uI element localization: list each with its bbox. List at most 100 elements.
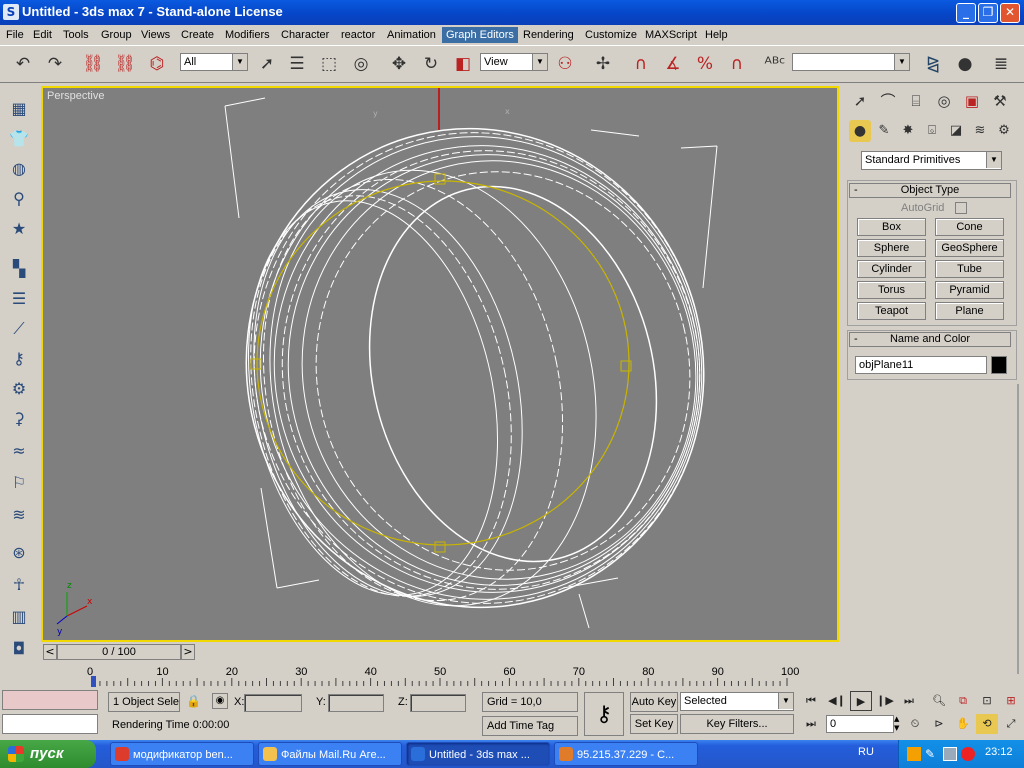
maxscript-listener-white[interactable] <box>2 714 98 734</box>
taskbar-button[interactable]: 95.215.37.229 - C... <box>554 742 698 766</box>
name-color-header[interactable]: - Name and Color <box>849 332 1011 347</box>
box-button[interactable]: Box <box>857 218 926 236</box>
zoom-icon[interactable]: 🔍︎ <box>928 691 950 711</box>
rectangular-selection-icon[interactable]: ⬚ <box>316 51 342 77</box>
wand-icon[interactable]: ⟋ <box>6 316 32 342</box>
pyramid-button[interactable]: Pyramid <box>935 281 1004 299</box>
track-bar[interactable]: 0 10 20 30 40 50 60 70 80 90 100 <box>41 662 839 688</box>
z-coordinate-input[interactable] <box>410 694 466 712</box>
mirror-icon[interactable]: ⧎ <box>920 51 946 77</box>
key-icon[interactable]: ⚷ <box>6 346 32 372</box>
pivot-center-icon[interactable]: ⚇ <box>552 51 578 77</box>
object-type-header[interactable]: - Object Type <box>849 183 1011 198</box>
category-dropdown[interactable]: Standard Primitives ▼ <box>861 151 1002 170</box>
zoom-all-icon[interactable]: ⧉ <box>952 691 974 711</box>
menu-create[interactable]: Create <box>181 27 214 43</box>
language-indicator[interactable]: RU <box>858 746 874 758</box>
autogrid-checkbox[interactable] <box>955 202 967 214</box>
time-configuration-icon[interactable]: ⏲ <box>904 714 926 734</box>
field-of-view-icon[interactable]: ⊳ <box>928 714 950 734</box>
edit-named-selections-icon[interactable]: ᴬᴮᶜ <box>762 51 788 77</box>
current-frame-input[interactable]: 0 <box>826 715 894 733</box>
bind-space-warp-icon[interactable]: ⌬ <box>144 51 170 77</box>
network-icon[interactable] <box>943 747 957 761</box>
redo-icon[interactable]: ↷ <box>42 51 68 77</box>
menu-animation[interactable]: Animation <box>387 27 436 43</box>
helpers-icon[interactable]: ◪ <box>945 120 967 142</box>
modify-tab-icon[interactable]: ⌒ <box>875 88 901 114</box>
menu-views[interactable]: Views <box>141 27 170 43</box>
fish-icon[interactable]: ≈ <box>6 438 32 464</box>
add-time-tag[interactable]: Add Time Tag <box>482 716 578 736</box>
play-icon[interactable]: ▶ <box>850 691 872 711</box>
cloth-icon[interactable]: ⚐ <box>6 470 32 496</box>
reactor-icon[interactable]: ⊛ <box>6 540 32 566</box>
lights-icon[interactable]: ✸ <box>897 120 919 142</box>
maximize-viewport-icon[interactable]: ⤢ <box>1000 714 1022 734</box>
y-coordinate-input[interactable] <box>328 694 384 712</box>
hierarchy-tab-icon[interactable]: ⌸ <box>903 88 929 114</box>
perspective-viewport[interactable]: Perspective y x x z y <box>41 86 839 642</box>
book-icon[interactable]: ▥ <box>6 604 32 630</box>
angle-snap-icon[interactable]: ∡ <box>660 51 686 77</box>
display-tab-icon[interactable]: ▣ <box>959 88 985 114</box>
auto-key-button[interactable]: Auto Key <box>630 692 678 712</box>
command-panel-scrollbar[interactable] <box>1017 384 1019 674</box>
tube-button[interactable]: Tube <box>935 260 1004 278</box>
move-icon[interactable]: ✥ <box>386 51 412 77</box>
time-slider-thumb[interactable]: 0 / 100 <box>57 644 181 660</box>
select-manipulate-icon[interactable]: ✢ <box>590 51 616 77</box>
boxes-icon[interactable]: ▦ <box>6 96 32 122</box>
menu-character[interactable]: Character <box>281 27 329 43</box>
utilities-tab-icon[interactable]: ⚒ <box>987 88 1013 114</box>
selection-filter-dropdown[interactable]: All ▼ <box>180 53 248 71</box>
select-link-icon[interactable]: ⛓ <box>80 51 106 77</box>
menu-reactor[interactable]: reactor <box>341 27 375 43</box>
named-selection-dropdown[interactable]: ▼ <box>792 53 910 71</box>
menu-graph-editors[interactable]: Graph Editors <box>442 27 518 43</box>
set-key-icon[interactable]: ⚷ <box>584 692 624 736</box>
spacewarps-icon[interactable]: ≋ <box>969 120 991 142</box>
create-tab-icon[interactable]: ➚ <box>847 88 873 114</box>
gear-icon[interactable]: ⚙ <box>6 376 32 402</box>
select-object-icon[interactable]: ➚ <box>254 51 280 77</box>
object-name-input[interactable]: objPlane11 <box>855 356 987 374</box>
maxscript-listener-pink[interactable] <box>2 690 98 710</box>
stack-icon[interactable]: ☰ <box>6 286 32 312</box>
maximize-button[interactable]: ❐ <box>978 3 998 23</box>
go-to-start-icon[interactable]: ⏮ <box>800 691 822 711</box>
cone-button[interactable]: Cone <box>935 218 1004 236</box>
key-mode-dropdown[interactable]: Selected ▼ <box>680 692 794 711</box>
star-icon[interactable]: ★ <box>6 216 32 242</box>
menu-edit[interactable]: Edit <box>33 27 52 43</box>
sphere-button[interactable]: Sphere <box>857 239 926 257</box>
current-frame-marker[interactable] <box>91 676 96 687</box>
track-bar-ruler[interactable]: 0 10 20 30 40 50 60 70 80 90 100 <box>41 662 839 688</box>
taskbar-button[interactable]: Untitled - 3ds max ... <box>406 742 550 766</box>
time-slider[interactable]: < 0 / 100 > <box>41 643 839 661</box>
pan-icon[interactable]: ✋ <box>952 714 974 734</box>
cameras-icon[interactable]: ⌺ <box>921 120 943 142</box>
media-player-icon[interactable] <box>907 747 921 761</box>
lock-selection-icon[interactable]: 🔒 <box>186 694 201 708</box>
rotate-icon[interactable]: ↻ <box>418 51 444 77</box>
start-button[interactable]: пуск <box>0 740 96 768</box>
menu-modifiers[interactable]: Modifiers <box>225 27 270 43</box>
scale-icon[interactable]: ◧ <box>450 51 476 77</box>
key-filters-button[interactable]: Key Filters... <box>680 714 794 734</box>
undo-icon[interactable]: ↶ <box>10 51 36 77</box>
set-key-button[interactable]: Set Key <box>630 714 678 734</box>
menu-file[interactable]: File <box>6 27 24 43</box>
absolute-mode-icon[interactable]: ◉ <box>212 693 228 709</box>
cylinder-button[interactable]: Cylinder <box>857 260 926 278</box>
pin-icon[interactable]: ⚳ <box>6 406 32 432</box>
shapes-icon[interactable]: ✎ <box>873 120 895 142</box>
previous-frame-icon[interactable]: ◀❙ <box>826 691 848 711</box>
motion-tab-icon[interactable]: ◎ <box>931 88 957 114</box>
torus-button[interactable]: Torus <box>857 281 926 299</box>
security-alert-icon[interactable] <box>961 747 975 761</box>
frame-spinner[interactable]: ▲ ▼ <box>894 715 902 733</box>
pen-icon[interactable]: ✎ <box>925 747 939 761</box>
window-crossing-icon[interactable]: ◎ <box>348 51 374 77</box>
checker-icon[interactable]: ▚ <box>6 256 32 282</box>
